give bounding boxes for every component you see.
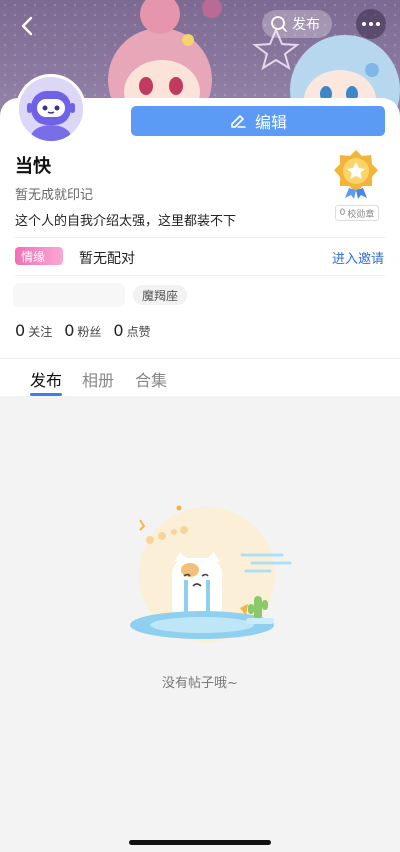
edit-profile-button[interactable]: 编辑: [131, 106, 385, 136]
more-button[interactable]: [356, 9, 386, 39]
stat-followers[interactable]: 0 粉丝: [64, 321, 101, 340]
medal-count: 0: [339, 208, 346, 218]
content-tabs: 发布 相册 合集: [0, 358, 400, 396]
home-indicator: [129, 840, 271, 845]
tab-collection[interactable]: 合集: [135, 367, 167, 391]
zodiac-tag: 魔羯座: [133, 285, 188, 305]
stat-label: 点赞: [126, 325, 151, 339]
medal-count-badge: 0 校勋章: [335, 205, 379, 221]
achievement-text: 暂无成就印记: [15, 188, 94, 203]
search-publish-button[interactable]: 发布: [262, 10, 332, 38]
more-dots-icon: [362, 22, 380, 26]
tab-publish[interactable]: 发布: [30, 367, 62, 391]
chevron-left-icon: [21, 16, 33, 36]
stat-label: 粉丝: [77, 325, 102, 339]
blurred-info: [13, 283, 125, 307]
relationship-status: 暂无配对: [79, 251, 135, 267]
robot-avatar-icon: [19, 77, 83, 141]
back-button[interactable]: [14, 12, 42, 40]
school-medal-icon[interactable]: [332, 148, 380, 200]
stat-label: 关注: [28, 325, 53, 339]
medal-label: 校勋章: [347, 209, 375, 220]
username: 当快: [15, 156, 51, 177]
bio-text: 这个人的自我介绍太强，这里都装不下: [15, 214, 237, 229]
stat-likes[interactable]: 0 点赞: [113, 321, 150, 340]
relationship-tag: 情缘: [15, 247, 63, 265]
stats-row: 0 关注 0 粉丝 0 点赞: [15, 321, 151, 340]
stat-value: 0: [113, 321, 124, 340]
stat-value: 0: [64, 321, 75, 340]
edit-pencil-icon: [231, 115, 246, 128]
tab-album[interactable]: 相册: [82, 367, 114, 391]
edit-label: 编辑: [254, 113, 287, 132]
divider: [15, 275, 385, 276]
empty-crying-cat-illustration: [130, 505, 292, 643]
stat-value: 0: [15, 321, 26, 340]
publish-label: 发布: [292, 17, 320, 33]
search-icon: [271, 16, 287, 32]
tab-active-indicator: [30, 393, 62, 396]
avatar[interactable]: [16, 74, 86, 144]
invite-link[interactable]: 进入邀请: [332, 248, 384, 267]
divider: [15, 237, 385, 238]
stat-following[interactable]: 0 关注: [15, 321, 52, 340]
empty-state-text: 没有帖子哦~: [162, 676, 238, 691]
